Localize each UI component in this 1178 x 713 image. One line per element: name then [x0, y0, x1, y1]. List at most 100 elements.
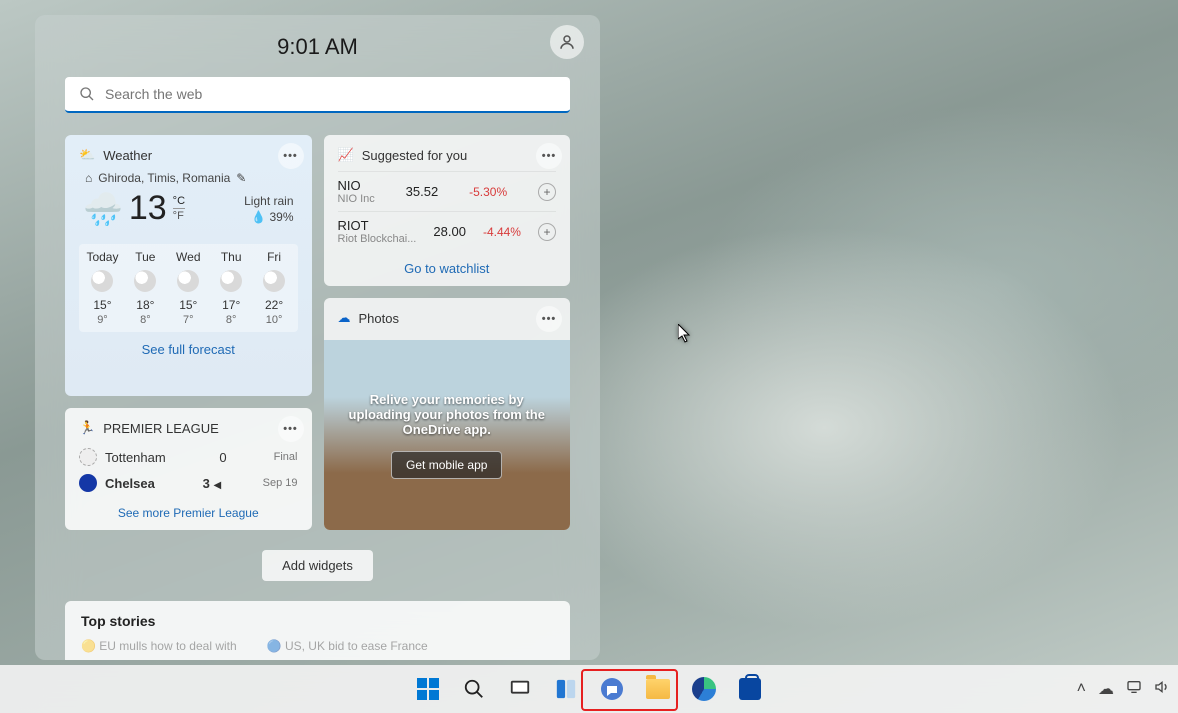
forecast-icon: [263, 270, 285, 292]
search-icon: [79, 86, 95, 102]
folder-icon: [646, 679, 670, 699]
stock-change: -5.30%: [469, 185, 507, 199]
stock-price: 35.52: [406, 184, 439, 199]
tray-chevron-up-icon[interactable]: ˄: [1077, 680, 1086, 698]
widgets-icon: [555, 678, 577, 700]
stock-change: -4.44%: [483, 225, 521, 239]
forecast-lo: 8°: [210, 314, 253, 326]
task-view-icon: [509, 678, 531, 700]
team-score: 0: [197, 450, 227, 465]
search-box[interactable]: [65, 77, 570, 113]
forecast-hi: 15°: [167, 298, 210, 312]
weather-widget[interactable]: ⛅ Weather ••• ⌂ Ghiroda, Timis, Romania …: [65, 135, 312, 396]
forecast-day: Fri: [253, 250, 296, 264]
add-stock-button[interactable]: +: [538, 223, 556, 241]
stocks-widget[interactable]: 📈 Suggested for you ••• NIONIO Inc 35.52…: [324, 135, 571, 286]
stock-row[interactable]: RIOTRiot Blockchai... 28.00 -4.44% +: [338, 211, 557, 251]
top-stories-title: Top stories: [81, 613, 554, 629]
chat-button[interactable]: [592, 669, 632, 709]
sports-icon: 🏃: [79, 420, 95, 436]
get-mobile-app-button[interactable]: Get mobile app: [391, 451, 502, 479]
story-headline[interactable]: EU mulls how to deal with: [99, 639, 236, 653]
store-icon: [739, 678, 761, 700]
forecast-lo: 10°: [253, 314, 296, 326]
taskbar-search-button[interactable]: [454, 669, 494, 709]
see-full-forecast-link[interactable]: See full forecast: [79, 342, 298, 357]
forecast-icon: [91, 270, 113, 292]
chat-icon: [600, 677, 624, 701]
search-input[interactable]: [105, 86, 556, 102]
sports-widget[interactable]: 🏃 PREMIER LEAGUE ••• Tottenham 0 Final C…: [65, 408, 312, 530]
edge-button[interactable]: [684, 669, 724, 709]
top-stories-widget[interactable]: Top stories 🟡 EU mulls how to deal with …: [65, 601, 570, 660]
onedrive-tray-icon[interactable]: ☁: [1098, 679, 1114, 699]
stock-symbol: NIO: [338, 178, 375, 193]
forecast-lo: 8°: [124, 314, 167, 326]
person-icon: [558, 33, 576, 51]
sports-title: PREMIER LEAGUE: [103, 421, 219, 436]
weather-icon: ⛅: [79, 147, 95, 163]
widgets-button[interactable]: [546, 669, 586, 709]
search-icon: [463, 678, 485, 700]
forecast-day: Tue: [124, 250, 167, 264]
add-widgets-button[interactable]: Add widgets: [262, 550, 373, 581]
start-button[interactable]: [408, 669, 448, 709]
team-name: Tottenham: [105, 450, 166, 465]
story-headline[interactable]: US, UK bid to ease France: [285, 639, 428, 653]
stock-subname: NIO Inc: [338, 193, 375, 205]
profile-button[interactable]: [550, 25, 584, 59]
match-status: Final: [257, 451, 297, 463]
current-weather-icon: 🌧️: [83, 190, 123, 228]
task-view-button[interactable]: [500, 669, 540, 709]
stocks-title: Suggested for you: [362, 148, 468, 163]
team-name: Chelsea: [105, 476, 155, 491]
stock-row[interactable]: NIONIO Inc 35.52 -5.30% +: [338, 171, 557, 211]
forecast-day: Wed: [167, 250, 210, 264]
photos-title: Photos: [359, 311, 399, 326]
photos-more-button[interactable]: •••: [536, 306, 562, 332]
team-score: 3: [203, 476, 210, 491]
unit-fahrenheit[interactable]: °F: [173, 209, 185, 223]
sports-more-button[interactable]: •••: [278, 416, 304, 442]
unit-celsius[interactable]: °C: [173, 194, 185, 209]
stocks-more-button[interactable]: •••: [536, 143, 562, 169]
file-explorer-button[interactable]: [638, 669, 678, 709]
see-more-league-link[interactable]: See more Premier League: [79, 506, 298, 520]
forecast-day: Thu: [210, 250, 253, 264]
forecast-icon: [177, 270, 199, 292]
edit-location-icon[interactable]: ✎: [236, 171, 246, 185]
weather-more-button[interactable]: •••: [278, 143, 304, 169]
photos-message: Relive your memories by uploading your p…: [344, 392, 551, 437]
go-to-watchlist-link[interactable]: Go to watchlist: [338, 261, 557, 276]
mouse-cursor-icon: [678, 324, 694, 349]
team-logo-icon: [79, 448, 97, 466]
home-icon: ⌂: [85, 171, 92, 185]
windows-logo-icon: [417, 678, 439, 700]
stocks-icon: 📈: [338, 147, 354, 163]
photos-widget[interactable]: ☁ Photos ••• Relive your memories by upl…: [324, 298, 571, 530]
forecast-icon: [134, 270, 156, 292]
match-date: Sep 19: [258, 477, 298, 489]
humidity-icon: 💧: [251, 210, 266, 224]
forecast-icon: [220, 270, 242, 292]
store-button[interactable]: [730, 669, 770, 709]
forecast-hi: 15°: [81, 298, 124, 312]
weather-location: Ghiroda, Timis, Romania: [98, 171, 230, 185]
forecast-day: Today: [81, 250, 124, 264]
edge-icon: [692, 677, 716, 701]
network-tray-icon[interactable]: [1126, 679, 1142, 700]
taskbar: ˄ ☁: [0, 665, 1178, 713]
weather-humidity: 39%: [269, 210, 293, 224]
forecast-hi: 22°: [253, 298, 296, 312]
weather-condition: Light rain: [244, 193, 293, 209]
weather-title: Weather: [103, 148, 152, 163]
forecast-lo: 9°: [81, 314, 124, 326]
volume-tray-icon[interactable]: [1154, 679, 1170, 700]
widgets-panel: 9:01 AM ⛅ Weather ••• ⌂ Ghiroda, Timis, …: [35, 15, 600, 660]
forecast-lo: 7°: [167, 314, 210, 326]
widgets-clock: 9:01 AM: [277, 34, 358, 60]
stock-price: 28.00: [433, 224, 466, 239]
forecast-hi: 17°: [210, 298, 253, 312]
team-logo-icon: [79, 474, 97, 492]
add-stock-button[interactable]: +: [538, 183, 556, 201]
